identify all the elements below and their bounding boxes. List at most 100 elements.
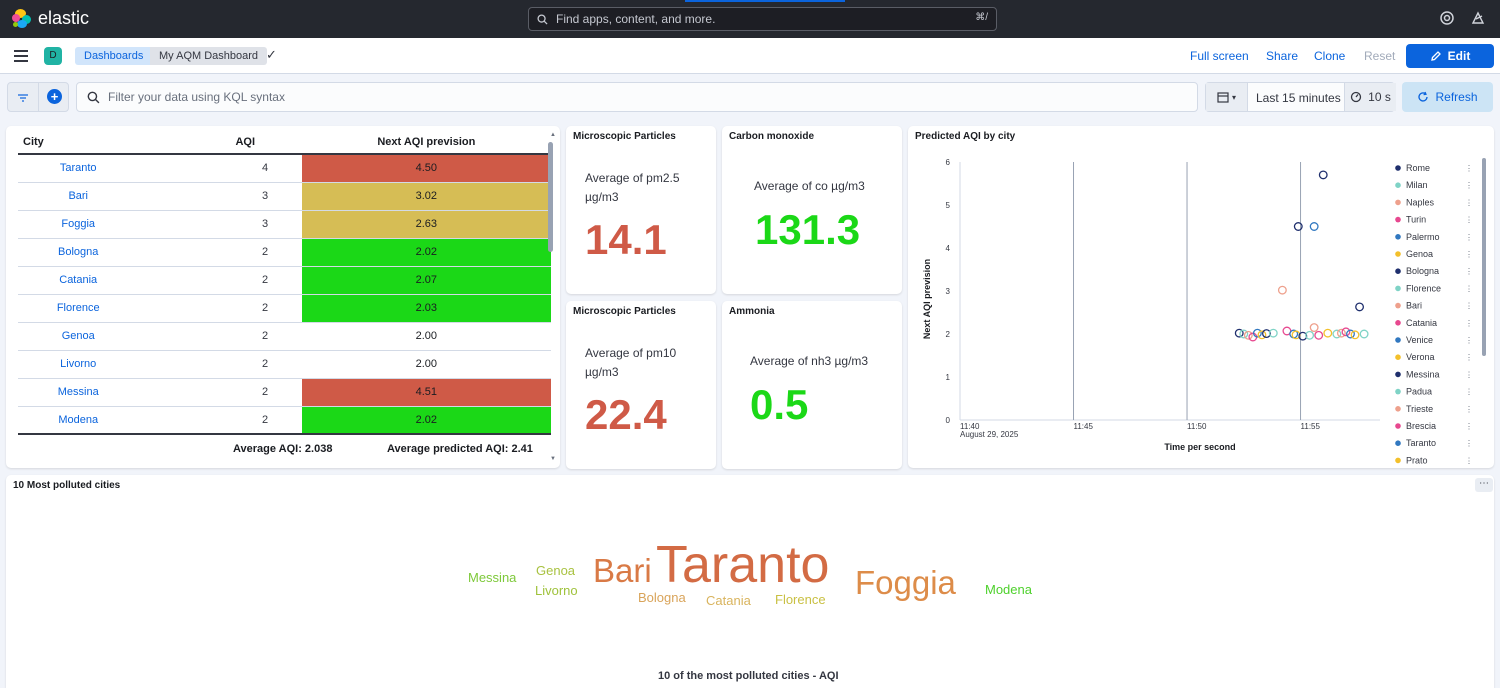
legend-options-icon[interactable]: ⋮ <box>1465 353 1473 362</box>
breadcrumb-dashboards[interactable]: Dashboards <box>75 47 156 65</box>
legend-options-icon[interactable]: ⋮ <box>1465 336 1473 345</box>
scatter-chart[interactable]: 012345611:40 11:45 11:50 11:55August 29, 20… <box>908 126 1494 468</box>
panel-options-icon[interactable]: ⋯ <box>1475 478 1493 492</box>
elastic-logo[interactable]: elastic <box>12 8 89 29</box>
cell-city[interactable]: Bari <box>18 182 139 211</box>
space-avatar[interactable]: D <box>44 47 62 65</box>
y-axis-title: Next AQI prevision <box>922 259 932 339</box>
legend-options-icon[interactable]: ⋮ <box>1465 181 1473 190</box>
legend-item[interactable]: Genoa <box>1406 249 1433 259</box>
legend-options-icon[interactable]: ⋮ <box>1465 216 1473 225</box>
legend-item[interactable]: Prato <box>1406 455 1428 465</box>
add-filter-icon[interactable]: + <box>47 89 62 104</box>
reset-link[interactable]: Reset <box>1364 49 1395 63</box>
legend-options-icon[interactable]: ⋮ <box>1465 405 1473 414</box>
data-point[interactable] <box>1243 330 1253 340</box>
legend-options-icon[interactable]: ⋮ <box>1465 164 1473 173</box>
menu-icon[interactable] <box>14 50 28 62</box>
cell-city[interactable]: Messina <box>18 378 139 407</box>
legend-options-icon[interactable]: ⋮ <box>1465 250 1473 259</box>
legend-item[interactable]: Florence <box>1406 283 1441 293</box>
legend-options-icon[interactable]: ⋮ <box>1465 284 1473 293</box>
legend-swatch <box>1395 199 1401 206</box>
legend-options-icon[interactable]: ⋮ <box>1465 439 1473 448</box>
data-point[interactable] <box>1314 330 1324 340</box>
cell-city[interactable]: Bologna <box>18 238 139 267</box>
panel-title: Microscopic Particles <box>573 306 676 317</box>
legend-scrollbar[interactable] <box>1482 158 1486 356</box>
data-point[interactable] <box>1309 323 1319 332</box>
table-scrollbar[interactable] <box>548 142 553 252</box>
column-header-city[interactable]: City <box>18 130 139 155</box>
global-header: elastic Find apps, content, and more. ⌘/ <box>0 0 1500 38</box>
legend-options-icon[interactable]: ⋮ <box>1465 198 1473 207</box>
legend-options-icon[interactable]: ⋮ <box>1465 370 1473 379</box>
edit-button[interactable]: Edit <box>1406 44 1494 68</box>
word-foggia[interactable]: Foggia <box>855 566 956 599</box>
legend-options-icon[interactable]: ⋮ <box>1465 388 1473 397</box>
quick-menu-button[interactable]: ▾ <box>1206 83 1248 111</box>
legend-options-icon[interactable]: ⋮ <box>1465 422 1473 431</box>
help-icon[interactable] <box>1439 10 1455 26</box>
cell-city[interactable]: Taranto <box>18 154 139 183</box>
share-link[interactable]: Share <box>1266 49 1298 63</box>
cell-city[interactable]: Genoa <box>18 322 139 351</box>
word-livorno[interactable]: Livorno <box>535 584 578 597</box>
time-range[interactable]: Last 15 minutes <box>1256 91 1341 105</box>
legend-item[interactable]: Bari <box>1406 301 1422 311</box>
scroll-up-icon[interactable]: ▲ <box>550 132 556 138</box>
word-modena[interactable]: Modena <box>985 583 1032 596</box>
word-bari[interactable]: Bari <box>593 554 652 587</box>
full-screen-link[interactable]: Full screen <box>1190 49 1249 63</box>
data-point[interactable] <box>1355 302 1365 312</box>
data-point[interactable] <box>1359 329 1369 339</box>
refresh-button[interactable]: Refresh <box>1402 82 1493 112</box>
scroll-down-icon[interactable]: ▼ <box>550 456 556 462</box>
data-point[interactable] <box>1341 327 1351 337</box>
column-header-aqi[interactable]: AQI <box>138 130 302 155</box>
word-catania[interactable]: Catania <box>706 594 751 607</box>
word-taranto[interactable]: Taranto <box>656 539 829 591</box>
legend-item[interactable]: Verona <box>1406 352 1435 362</box>
cell-city[interactable]: Modena <box>18 406 139 435</box>
legend-item[interactable]: Venice <box>1406 335 1433 345</box>
legend-item[interactable]: Brescia <box>1406 421 1436 431</box>
data-point[interactable] <box>1323 328 1333 338</box>
word-florence[interactable]: Florence <box>775 593 826 606</box>
cell-city[interactable]: Catania <box>18 266 139 295</box>
legend-item[interactable]: Naples <box>1406 197 1435 207</box>
legend-item[interactable]: Trieste <box>1406 404 1433 414</box>
legend-item[interactable]: Rome <box>1406 163 1430 173</box>
legend-options-icon[interactable]: ⋮ <box>1465 233 1473 242</box>
legend-item[interactable]: Milan <box>1406 180 1428 190</box>
legend-options-icon[interactable]: ⋮ <box>1465 456 1473 465</box>
word-genoa[interactable]: Genoa <box>536 564 575 577</box>
word-bologna[interactable]: Bologna <box>638 591 686 604</box>
refresh-interval[interactable]: 10 s <box>1344 83 1396 111</box>
kql-search-input[interactable]: Filter your data using KQL syntax <box>76 82 1198 112</box>
word-messina[interactable]: Messina <box>468 571 516 584</box>
cell-city[interactable]: Florence <box>18 294 139 323</box>
legend-item[interactable]: Palermo <box>1406 232 1440 242</box>
clone-link[interactable]: Clone <box>1314 49 1345 63</box>
legend-options-icon[interactable]: ⋮ <box>1465 302 1473 311</box>
data-point[interactable] <box>1318 170 1328 180</box>
legend-options-icon[interactable]: ⋮ <box>1465 267 1473 276</box>
news-feed-icon[interactable] <box>1470 10 1486 26</box>
legend-item[interactable]: Padua <box>1406 387 1432 397</box>
cell-city[interactable]: Foggia <box>18 210 139 239</box>
cell-city[interactable]: Livorno <box>18 350 139 379</box>
column-header-next-aqi[interactable]: Next AQI prevision <box>301 130 551 155</box>
legend-item[interactable]: Messina <box>1406 369 1440 379</box>
data-point[interactable] <box>1309 222 1319 231</box>
data-point[interactable] <box>1350 330 1360 340</box>
global-search-input[interactable]: Find apps, content, and more. ⌘/ <box>528 7 997 31</box>
legend-item[interactable]: Taranto <box>1406 438 1436 448</box>
legend-item[interactable]: Catania <box>1406 318 1437 328</box>
legend-options-icon[interactable]: ⋮ <box>1465 319 1473 328</box>
legend-item[interactable]: Bologna <box>1406 266 1439 276</box>
legend-item[interactable]: Turin <box>1406 215 1426 225</box>
data-point[interactable] <box>1277 285 1287 295</box>
legend-swatch <box>1395 354 1401 360</box>
filter-menu-icon[interactable] <box>17 92 29 106</box>
